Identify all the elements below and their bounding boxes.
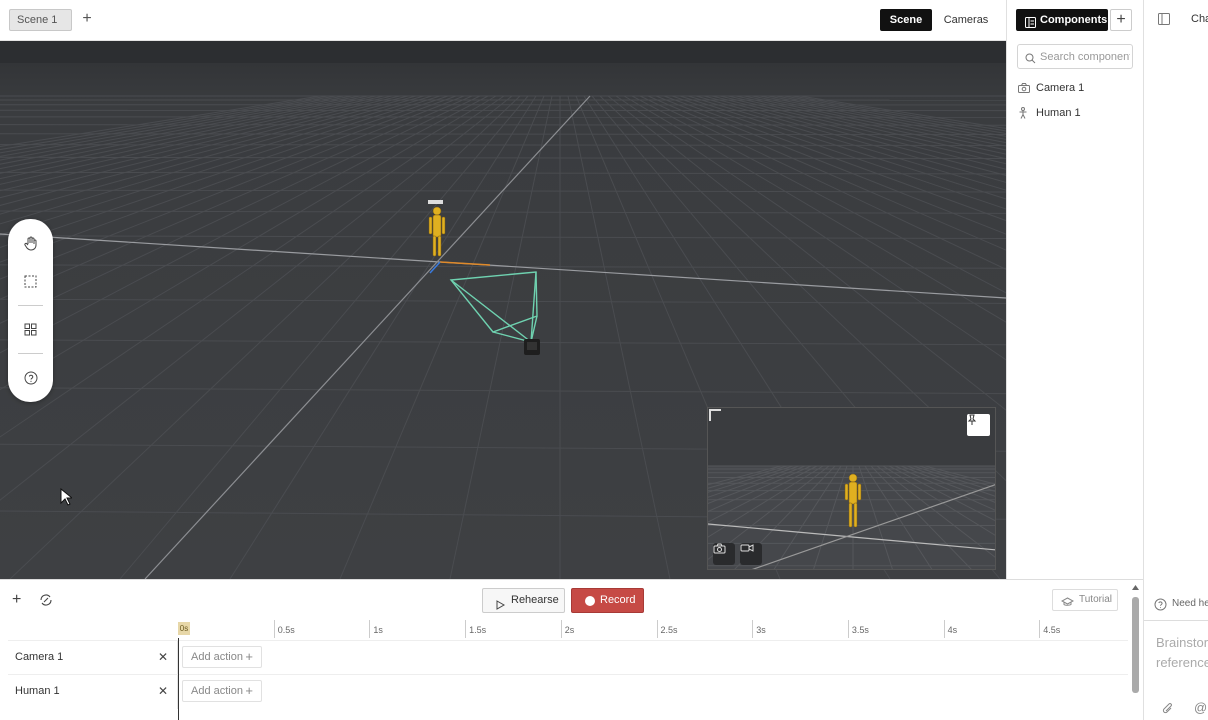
time-tick: 3.5s	[847, 620, 869, 638]
plus-icon: +	[245, 683, 253, 698]
chat-panel: Chat Need help? Brainstormreference @	[1143, 0, 1208, 720]
add-component-button[interactable]: +	[1110, 9, 1132, 31]
scene-view-button[interactable]: Scene	[880, 9, 932, 31]
track-row: Camera 1 ✕ Add action +	[8, 640, 1128, 675]
attach-icon[interactable]	[1162, 702, 1174, 720]
scroll-thumb[interactable]	[1132, 597, 1139, 693]
timeline-scrollbar[interactable]	[1131, 583, 1140, 720]
marquee-select-icon[interactable]	[20, 271, 41, 292]
record-button[interactable]: Record	[571, 588, 644, 613]
time-tick: 2s	[560, 620, 574, 638]
time-tick: 0.5s	[273, 620, 295, 638]
chat-input[interactable]: Brainstormreference	[1144, 620, 1208, 700]
help-circle-icon	[1154, 598, 1167, 614]
tutorial-button[interactable]: Tutorial	[1052, 589, 1118, 611]
time-tick: 1s	[369, 620, 383, 638]
time-ruler[interactable]: 0s 0.5s 1s 1.5s 2s 2.5s 3s 3.5s 4s 4.5s	[178, 618, 1128, 640]
track-name: Camera 1	[15, 651, 64, 663]
component-item-label: Camera 1	[1036, 82, 1085, 94]
track-row: Human 1 ✕ Add action +	[8, 674, 1128, 709]
playhead-line	[178, 638, 179, 720]
time-tick: 4s	[943, 620, 957, 638]
need-help-label: Need help?	[1172, 598, 1208, 609]
component-item-human[interactable]: Human 1	[1017, 104, 1081, 122]
time-tick: 1.5s	[465, 620, 486, 638]
graduation-cap-icon	[1060, 595, 1075, 615]
add-action-label: Add action	[191, 651, 243, 663]
plus-icon: +	[245, 649, 253, 664]
component-search-box	[1017, 44, 1133, 69]
search-icon	[1025, 51, 1036, 69]
mouse-cursor-icon	[60, 487, 74, 511]
time-tick: 3s	[752, 620, 766, 638]
help-icon[interactable]	[20, 367, 41, 388]
shape-tool-icon[interactable]	[39, 593, 53, 612]
top-bar: Scene 1 + Scene Cameras	[0, 0, 1006, 41]
app-window: Scene 1 + Scene Cameras Components + Sea…	[0, 0, 1208, 720]
add-scene-button[interactable]: +	[80, 10, 94, 28]
add-action-button[interactable]: Add action +	[182, 646, 262, 668]
hand-icon[interactable]	[20, 233, 41, 254]
sidebar-toggle-icon[interactable]	[1158, 12, 1170, 30]
add-action-button[interactable]: Add action +	[182, 680, 262, 702]
components-panel: Components + Camera 1 Human 1	[1006, 0, 1143, 579]
component-item-label: Human 1	[1036, 107, 1081, 119]
time-tick: 4.5s	[1039, 620, 1060, 638]
grid-view-icon[interactable]	[20, 319, 41, 340]
chat-title: Chat	[1191, 13, 1208, 25]
components-button[interactable]: Components	[1016, 9, 1108, 31]
scene-viewport[interactable]	[0, 41, 1006, 579]
record-label: Record	[600, 594, 636, 606]
component-search-input[interactable]	[1040, 48, 1130, 65]
time-tick: 2.5s	[656, 620, 678, 638]
human-icon	[1018, 107, 1028, 125]
chat-input-placeholder: Brainstormreference	[1156, 635, 1208, 670]
corner-resize-handle[interactable]	[709, 409, 721, 421]
add-track-button[interactable]: +	[12, 592, 21, 608]
tutorial-label: Tutorial	[1079, 594, 1112, 605]
track-name: Human 1	[15, 685, 60, 697]
cameras-view-button[interactable]: Cameras	[938, 9, 994, 31]
need-help-link[interactable]: Need help?	[1154, 598, 1208, 611]
rehearse-button[interactable]: Rehearse	[482, 588, 565, 613]
components-label: Components	[1040, 14, 1108, 26]
add-action-label: Add action	[191, 685, 243, 697]
scroll-up-icon[interactable]	[1131, 583, 1140, 591]
viewport-toolbar	[8, 219, 53, 402]
snapshot-camera-icon[interactable]	[713, 543, 735, 565]
mention-icon[interactable]: @	[1194, 700, 1207, 715]
rehearse-label: Rehearse	[511, 594, 559, 606]
remove-track-icon[interactable]: ✕	[158, 650, 168, 664]
record-dot-icon	[585, 596, 595, 606]
play-icon	[496, 596, 506, 619]
pin-icon[interactable]	[967, 414, 990, 436]
camera-body[interactable]	[524, 339, 540, 355]
character-label-tag	[428, 200, 443, 204]
playhead-marker[interactable]: 0s	[178, 622, 190, 635]
camera-preview[interactable]	[707, 407, 996, 570]
panel-icon	[1025, 14, 1036, 36]
timeline-panel: + Rehearse Record Tutorial 0s 0.5s 1s 1.5s…	[0, 579, 1143, 720]
remove-track-icon[interactable]: ✕	[158, 684, 168, 698]
video-camera-icon[interactable]	[740, 543, 762, 565]
component-item-camera[interactable]: Camera 1	[1017, 79, 1084, 97]
camera-icon	[1018, 82, 1030, 100]
scene-tab[interactable]: Scene 1	[9, 9, 72, 31]
